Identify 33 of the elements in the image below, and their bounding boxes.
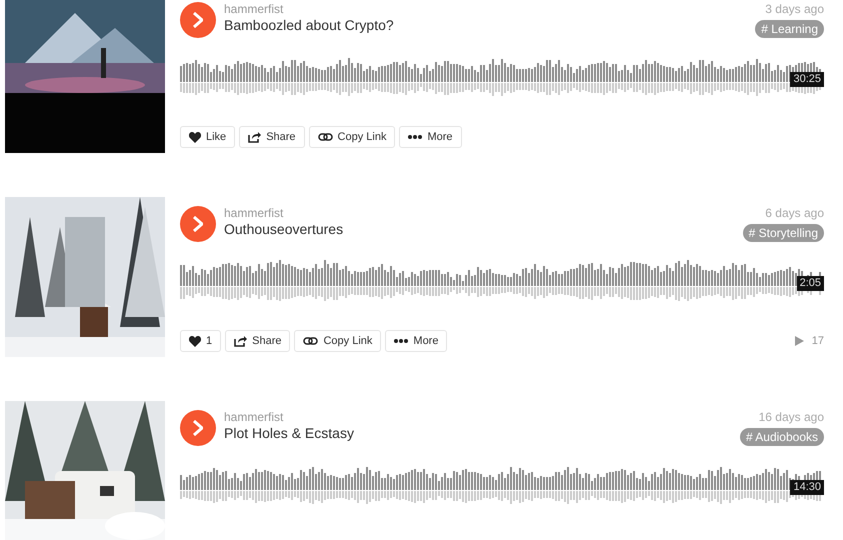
share-button[interactable]: Share — [225, 330, 290, 352]
play-count: 17 — [794, 332, 824, 350]
play-button[interactable] — [180, 206, 216, 242]
heart-icon — [189, 336, 201, 346]
link-icon — [303, 337, 318, 345]
track-title[interactable]: Outhouseovertures — [224, 220, 344, 238]
share-button[interactable]: Share — [239, 126, 305, 148]
duration-label: 2:05 — [796, 276, 824, 291]
post-time: 3 days ago — [765, 2, 824, 16]
play-icon — [193, 216, 203, 232]
more-button[interactable]: More — [385, 330, 448, 352]
track-title[interactable]: Plot Holes & Ecstasy — [224, 424, 354, 442]
play-icon — [193, 12, 203, 28]
like-button[interactable]: 1 — [180, 330, 222, 352]
duration-label: 30:25 — [790, 72, 824, 87]
link-icon — [318, 133, 333, 141]
duration-label: 14:30 — [790, 480, 824, 495]
play-button[interactable] — [180, 2, 216, 38]
copy-link-button[interactable]: Copy Link — [308, 126, 396, 148]
more-button[interactable]: More — [399, 126, 462, 148]
share-icon — [248, 131, 262, 143]
more-icon — [394, 339, 408, 343]
more-icon — [408, 135, 422, 139]
play-icon — [193, 420, 203, 436]
post-time: 16 days ago — [758, 410, 824, 424]
play-count-icon — [794, 336, 804, 346]
copy-link-button[interactable]: Copy Link — [294, 330, 382, 352]
like-button[interactable]: Like — [180, 126, 236, 148]
share-icon — [234, 335, 248, 347]
play-button[interactable] — [180, 410, 216, 446]
heart-icon — [189, 132, 201, 142]
track-title[interactable]: Bamboozled about Crypto? — [224, 16, 394, 34]
post-time: 6 days ago — [765, 206, 824, 220]
